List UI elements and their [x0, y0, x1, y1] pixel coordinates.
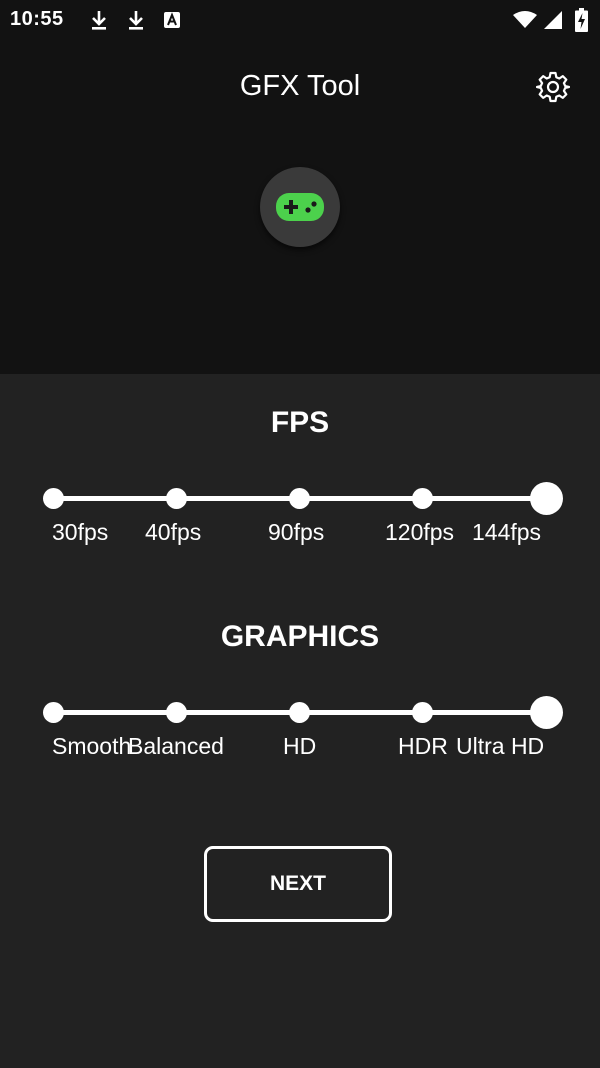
battery-charging-icon [575, 8, 588, 32]
fps-option-label: 30fps [52, 519, 109, 545]
fps-slider-thumb[interactable] [530, 482, 563, 515]
fps-option-label: 144fps [472, 519, 542, 545]
graphics-option-label: HD [283, 733, 317, 759]
status-time: 10:55 [10, 8, 64, 30]
fps-slider-stop[interactable] [43, 488, 64, 509]
fps-option-label: 40fps [145, 519, 202, 545]
gamepad-icon [276, 193, 324, 221]
wifi-icon [513, 11, 537, 28]
graphics-slider-stop[interactable] [166, 702, 187, 723]
fps-option-label: 90fps [268, 519, 325, 545]
accessibility-icon [164, 12, 180, 28]
fps-title: FPS [270, 406, 330, 439]
fps-slider[interactable] [40, 479, 572, 519]
graphics-option-label: Ultra HD [456, 733, 545, 759]
fps-slider-stop[interactable] [289, 488, 310, 509]
download-icon [129, 11, 143, 30]
graphics-option-label: Balanced [128, 733, 224, 759]
download-icon [92, 11, 106, 30]
status-bar: 10:55 [0, 0, 600, 40]
fps-slider-stop[interactable] [166, 488, 187, 509]
graphics-slider-stop[interactable] [412, 702, 433, 723]
header-panel: 10:55 GFX Tool [0, 0, 600, 374]
fps-slider-stop[interactable] [412, 488, 433, 509]
graphics-slider-thumb[interactable] [530, 696, 563, 729]
graphics-slider-stop[interactable] [43, 702, 64, 723]
settings-button[interactable] [535, 70, 571, 104]
fps-option-label: 120fps [385, 519, 455, 545]
gamepad-button[interactable] [260, 167, 340, 247]
graphics-slider-stop[interactable] [289, 702, 310, 723]
graphics-option-label: HDR [398, 733, 448, 759]
graphics-option-label: Smooth [52, 733, 132, 759]
gear-icon [535, 71, 571, 103]
graphics-title: GRAPHICS [220, 620, 380, 653]
page-title: GFX Tool [239, 70, 361, 102]
graphics-slider[interactable] [40, 693, 572, 733]
signal-icon [544, 11, 562, 29]
next-button[interactable]: NEXT [204, 846, 392, 922]
